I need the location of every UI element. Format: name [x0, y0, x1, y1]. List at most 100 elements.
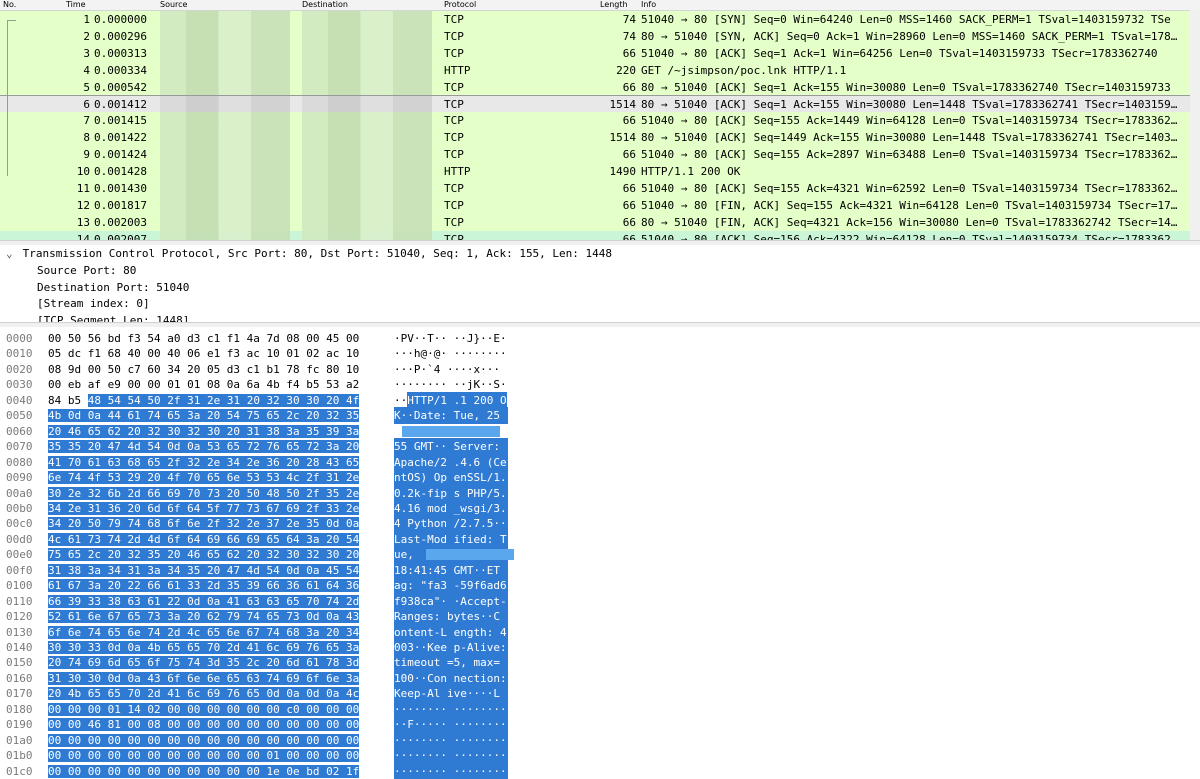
ascii-bytes[interactable]: Ranges: bytes··C	[394, 608, 508, 626]
packet-row[interactable]: 5 0.000542 TCP 66 80 → 51040 [ACK] Seq=1 Ack…	[0, 78, 1190, 96]
hex-bytes[interactable]: 6e 74 4f 53 29 20 4f 70 65 6e 53 53 4c 2…	[48, 469, 374, 486]
column-header-source[interactable]: Source	[160, 0, 187, 10]
column-header-protocol[interactable]: Protocol	[444, 0, 476, 10]
details-tcp-header-row[interactable]: ⌄ Transmission Control Protocol, Src Por…	[6, 246, 612, 263]
packet-row[interactable]: 9 0.001424 TCP 66 51040 → 80 [ACK] Seq=155 A…	[0, 146, 1190, 164]
packet-row[interactable]: 14 0.002007 TCP 66 51040 → 80 [ACK] Seq=156 …	[0, 230, 1190, 240]
packet-row[interactable]: 8 0.001422 TCP 1514 80 → 51040 [ACK] Seq=144…	[0, 129, 1190, 147]
column-header-length[interactable]: Length	[600, 0, 628, 10]
ascii-bytes[interactable]: ········ ··jK··S·	[394, 376, 508, 393]
ascii-bytes[interactable]: Last-Mod ified: T	[394, 530, 508, 548]
redacted-destination	[302, 163, 432, 181]
packet-info: 80 → 51040 [ACK] Seq=1449 Ack=155 Win=30…	[641, 131, 1178, 145]
hex-bytes[interactable]: 61 67 3a 20 22 66 61 33 2d 35 39 66 36 6…	[48, 577, 374, 594]
ascii-bytes[interactable]	[394, 423, 508, 440]
ascii-bytes[interactable]: 100··Con nection:	[394, 669, 508, 687]
packet-row[interactable]: 6 0.001412 TCP 1514 80 → 51040 [ACK] Seq=1 A…	[0, 94, 1191, 114]
ascii-bytes[interactable]: 003··Kee p-Alive:	[394, 639, 508, 656]
ascii-bytes[interactable]: timeout =5, max=	[394, 654, 508, 672]
column-header-time[interactable]: Time	[66, 0, 86, 10]
packet-time: 0.002003	[94, 215, 147, 229]
ascii-bytes[interactable]: ··F····· ········	[394, 716, 508, 734]
hex-bytes[interactable]: 4b 0d 0a 44 61 74 65 3a 20 54 75 65 2c 2…	[48, 407, 374, 424]
ascii-bytes[interactable]: ue,	[394, 546, 514, 564]
ascii-bytes[interactable]: 0.2k-fip s PHP/5.	[394, 484, 508, 502]
ascii-bytes[interactable]: ········ ········	[394, 700, 508, 718]
details-line-src-port[interactable]: Source Port: 80	[37, 263, 136, 280]
byte-offset: 0170	[6, 687, 33, 701]
packet-row[interactable]: 10 0.001428 HTTP 1490 HTTP/1.1 200 OK	[0, 163, 1190, 181]
hex-bytes[interactable]: 34 20 50 79 74 68 6f 6e 2f 32 2e 37 2e 3…	[48, 515, 374, 532]
ascii-bytes[interactable]: 55 GMT·· Server:	[394, 438, 508, 456]
ascii-bytes[interactable]: ········ ········	[394, 747, 508, 765]
hex-bytes-value: 34 2e 31 36 20 6d 6f 64 5f 77 73 67 69 2…	[48, 501, 360, 515]
hex-bytes[interactable]: 20 46 65 62 20 32 30 32 30 20 31 38 3a 3…	[48, 423, 374, 440]
byte-offset: 0080	[6, 455, 33, 469]
hex-bytes[interactable]: 4c 61 73 74 2d 4d 6f 64 69 66 69 65 64 3…	[48, 531, 374, 548]
packet-row[interactable]: 4 0.000334 HTTP 220 GET /~jsimpson/poc.lnk H…	[0, 61, 1190, 79]
details-line-stream-index[interactable]: [Stream index: 0]	[37, 296, 150, 313]
ascii-bytes[interactable]: 4 Python /2.7.5··	[394, 515, 508, 533]
hex-bytes[interactable]: 6f 6e 74 65 6e 74 2d 4c 65 6e 67 74 68 3…	[48, 624, 374, 641]
ascii-bytes[interactable]: K··Date: Tue, 25	[394, 407, 508, 425]
packet-row[interactable]: 2 0.000296 TCP 74 80 → 51040 [SYN, ACK] Seq=…	[0, 27, 1190, 45]
packet-list[interactable]: No. Time Source Destination Protocol Len…	[0, 0, 1200, 240]
hex-bytes[interactable]: 20 4b 65 65 70 2d 41 6c 69 76 65 0d 0a 0…	[48, 685, 374, 702]
hex-bytes[interactable]: 00 50 56 bd f3 54 a0 d3 c1 f1 4a 7d 08 0…	[48, 330, 374, 347]
hex-bytes[interactable]: 34 2e 31 36 20 6d 6f 64 5f 77 73 67 69 2…	[48, 500, 374, 517]
ascii-bytes[interactable]: ········ ········	[394, 762, 508, 779]
ascii-bytes[interactable]: ········ ········	[394, 731, 508, 749]
ascii-bytes[interactable]: f938ca"· ·Accept-	[394, 592, 508, 610]
hex-bytes[interactable]: 00 00 00 00 00 00 00 00 00 00 00 01 00 0…	[48, 747, 374, 764]
ascii-bytes[interactable]: Apache/2 .4.6 (Ce	[394, 453, 508, 471]
hex-bytes[interactable]: 41 70 61 63 68 65 2f 32 2e 34 2e 36 20 2…	[48, 454, 374, 471]
hex-bytes[interactable]: 05 dc f1 68 40 00 40 06 e1 f3 ac 10 01 0…	[48, 345, 374, 362]
hex-bytes[interactable]: 30 2e 32 6b 2d 66 69 70 73 20 50 48 50 2…	[48, 485, 374, 502]
column-header-destination[interactable]: Destination	[302, 0, 348, 10]
redacted-source	[160, 163, 290, 181]
ascii-bytes[interactable]: ···P·`4 ····x···	[394, 361, 508, 378]
packet-row[interactable]: 3 0.000313 TCP 66 51040 → 80 [ACK] Seq=1 Ack…	[0, 44, 1190, 62]
hex-bytes[interactable]: 31 38 3a 34 31 3a 34 35 20 47 4d 54 0d 0…	[48, 562, 374, 579]
hex-bytes[interactable]: 75 65 2c 20 32 35 20 46 65 62 20 32 30 3…	[48, 546, 374, 563]
ascii-bytes[interactable]: ntOS) Op enSSL/1.	[394, 469, 508, 487]
packet-list-header[interactable]: No. Time Source Destination Protocol Len…	[0, 0, 1200, 11]
packet-row[interactable]: 1 0.000000 TCP 74 51040 → 80 [SYN] Seq=0 Win…	[0, 11, 1190, 28]
hex-bytes[interactable]: 00 eb af e9 00 00 01 01 08 0a 6a 4b f4 b…	[48, 376, 374, 393]
hex-bytes[interactable]: 30 30 33 0d 0a 4b 65 65 70 2d 41 6c 69 7…	[48, 639, 374, 656]
hex-bytes[interactable]: 00 00 00 00 00 00 00 00 00 00 00 00 00 0…	[48, 732, 374, 749]
column-header-no[interactable]: No.	[3, 0, 16, 10]
redacted-bytes	[402, 425, 500, 437]
hex-bytes[interactable]: 31 30 30 0d 0a 43 6f 6e 6e 65 63 74 69 6…	[48, 670, 374, 687]
column-header-info[interactable]: Info	[641, 0, 656, 10]
hex-bytes[interactable]: 08 9d 00 50 c7 60 34 20 05 d3 c1 b1 78 f…	[48, 361, 374, 378]
ascii-bytes[interactable]: ·PV··T·· ··J}··E·	[394, 330, 508, 347]
packet-details[interactable]: ⌄ Transmission Control Protocol, Src Por…	[0, 245, 1200, 322]
hex-bytes[interactable]: 66 39 33 38 63 61 22 0d 0a 41 63 63 65 7…	[48, 593, 374, 610]
packet-row[interactable]: 7 0.001415 TCP 66 51040 → 80 [ACK] Seq=155 A…	[0, 112, 1190, 130]
ascii-bytes[interactable]: Keep-Al ive····L	[394, 685, 508, 703]
hex-bytes[interactable]: 52 61 6e 67 65 73 3a 20 62 79 74 65 73 0…	[48, 608, 374, 625]
ascii-bytes[interactable]: 4.16 mod _wsgi/3.	[394, 499, 508, 517]
ascii-bytes[interactable]: ···h@·@· ········	[394, 345, 508, 362]
ascii-bytes[interactable]: 18:41:45 GMT··ET	[394, 561, 508, 579]
hex-bytes[interactable]: 20 74 69 6d 65 6f 75 74 3d 35 2c 20 6d 6…	[48, 654, 374, 671]
chevron-down-icon[interactable]: ⌄	[6, 246, 16, 263]
ascii-bytes[interactable]: ··HTTP/1 .1 200 O	[394, 391, 508, 409]
hex-bytes[interactable]: 00 00 00 01 14 02 00 00 00 00 00 00 c0 0…	[48, 701, 374, 718]
ascii-bytes[interactable]: ontent-L ength: 4	[394, 623, 508, 641]
details-line-segment-len[interactable]: [TCP Segment Len: 1448]	[37, 313, 189, 323]
packet-row[interactable]: 12 0.001817 TCP 66 51040 → 80 [FIN, ACK] Seq…	[0, 196, 1190, 214]
packet-bytes[interactable]: 0000 00 50 56 bd f3 54 a0 d3 c1 f1 4a 7d …	[0, 327, 1200, 779]
hex-bytes[interactable]: 00 00 00 00 00 00 00 00 00 00 00 1e 0e b…	[48, 763, 374, 779]
hex-bytes[interactable]: 00 00 46 81 00 08 00 00 00 00 00 00 00 0…	[48, 716, 374, 733]
packet-protocol: HTTP	[444, 165, 471, 179]
packet-row[interactable]: 11 0.001430 TCP 66 51040 → 80 [ACK] Seq=155 …	[0, 180, 1190, 197]
details-line-dst-port[interactable]: Destination Port: 51040	[37, 280, 189, 297]
hex-bytes[interactable]: 84 b5 48 54 54 50 2f 31 2e 31 20 32 30 3…	[48, 392, 374, 409]
redacted-destination	[302, 27, 432, 45]
ascii-bytes[interactable]: ag: "fa3 -59f6ad6	[394, 577, 508, 595]
hex-bytes[interactable]: 35 35 20 47 4d 54 0d 0a 53 65 72 76 65 7…	[48, 438, 374, 455]
packet-list-scrollbar[interactable]	[1190, 10, 1200, 240]
packet-row[interactable]: 13 0.002003 TCP 66 80 → 51040 [FIN, ACK] Seq…	[0, 213, 1190, 231]
